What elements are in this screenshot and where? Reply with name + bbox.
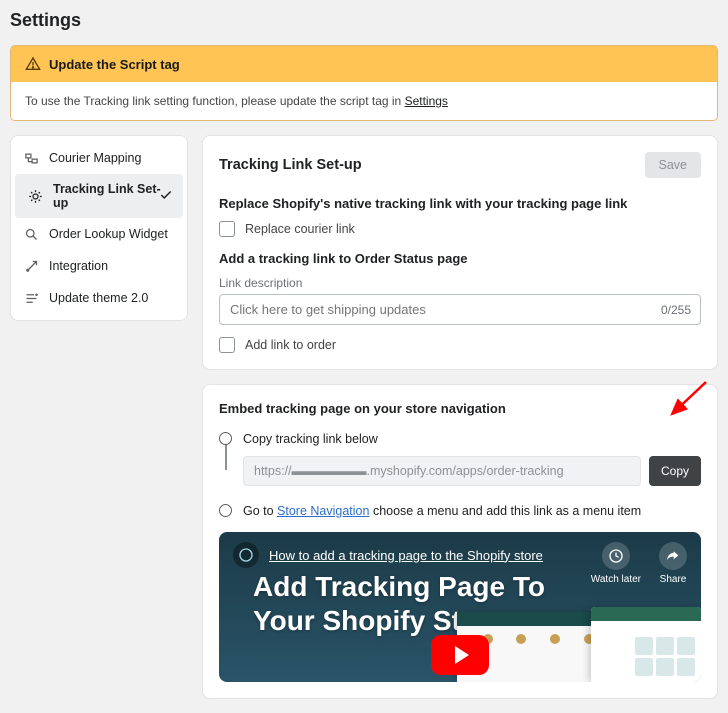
settings-sidebar: Courier Mapping Tracking Link Set-up Ord… xyxy=(10,135,188,321)
play-button-icon[interactable] xyxy=(431,635,489,675)
sidebar-item-update-theme[interactable]: Update theme 2.0 xyxy=(11,282,187,314)
copy-button[interactable]: Copy xyxy=(649,456,701,486)
tracking-link-icon xyxy=(27,188,43,204)
sidebar-item-label: Tracking Link Set-up xyxy=(53,182,171,210)
video-small-title: How to add a tracking page to the Shopif… xyxy=(269,548,543,563)
share-label: Share xyxy=(660,574,687,585)
sidebar-item-courier-mapping[interactable]: Courier Mapping xyxy=(11,142,187,174)
sidebar-item-label: Courier Mapping xyxy=(49,151,141,165)
tracking-link-card: Tracking Link Set-up Save Replace Shopif… xyxy=(202,135,718,370)
replace-courier-checkbox-row[interactable]: Replace courier link xyxy=(219,221,701,237)
tracking-url-field[interactable] xyxy=(243,456,641,486)
save-button[interactable]: Save xyxy=(645,152,702,178)
step2-text-post: choose a menu and add this link as a men… xyxy=(369,504,641,518)
replace-heading: Replace Shopify's native tracking link w… xyxy=(219,196,701,211)
step2-label: Go to Store Navigation choose a menu and… xyxy=(243,504,701,518)
alert-body-text: To use the Tracking link setting functio… xyxy=(25,94,405,108)
timeline-dot xyxy=(219,432,232,445)
warning-icon xyxy=(25,56,41,72)
sidebar-item-label: Update theme 2.0 xyxy=(49,291,148,305)
courier-mapping-icon xyxy=(23,150,39,166)
alert-banner: Update the Script tag To use the Trackin… xyxy=(10,45,718,121)
channel-logo-icon xyxy=(233,542,259,568)
embed-card: Embed tracking page on your store naviga… xyxy=(202,384,718,699)
alert-body: To use the Tracking link setting functio… xyxy=(11,82,717,120)
step2-text: Go to xyxy=(243,504,277,518)
alert-title: Update the Script tag xyxy=(49,57,180,72)
checkbox-label: Add link to order xyxy=(245,338,336,352)
watch-later-button[interactable]: Watch later xyxy=(591,542,641,585)
page-title: Settings xyxy=(10,10,718,31)
watch-later-label: Watch later xyxy=(591,574,641,585)
addlink-heading: Add a tracking link to Order Status page xyxy=(219,251,701,266)
checkbox-icon xyxy=(219,337,235,353)
char-counter: 0/255 xyxy=(661,303,691,317)
clock-icon xyxy=(602,542,630,570)
embed-heading: Embed tracking page on your store naviga… xyxy=(219,401,701,416)
share-button[interactable]: Share xyxy=(659,542,687,585)
alert-settings-link[interactable]: Settings xyxy=(405,94,448,108)
integration-icon xyxy=(23,258,39,274)
search-icon xyxy=(23,226,39,242)
sidebar-item-order-lookup-widget[interactable]: Order Lookup Widget xyxy=(11,218,187,250)
sidebar-item-label: Integration xyxy=(49,259,108,273)
sidebar-item-integration[interactable]: Integration xyxy=(11,250,187,282)
update-theme-icon xyxy=(23,290,39,306)
card-title: Tracking Link Set-up xyxy=(219,157,362,173)
sidebar-item-label: Order Lookup Widget xyxy=(49,227,168,241)
store-navigation-link[interactable]: Store Navigation xyxy=(277,504,369,518)
link-description-input[interactable] xyxy=(219,294,701,325)
alert-header: Update the Script tag xyxy=(11,46,717,82)
sidebar-item-tracking-link-setup[interactable]: Tracking Link Set-up xyxy=(15,174,183,218)
checkbox-label: Replace courier link xyxy=(245,222,355,236)
mockup-image-2 xyxy=(591,607,701,682)
timeline-dot xyxy=(219,504,232,517)
checkbox-icon xyxy=(219,221,235,237)
check-icon xyxy=(159,188,173,205)
share-icon xyxy=(659,542,687,570)
add-link-to-order-checkbox-row[interactable]: Add link to order xyxy=(219,337,701,353)
step1-label: Copy tracking link below xyxy=(243,432,701,446)
link-description-label: Link description xyxy=(219,276,701,290)
tutorial-video[interactable]: How to add a tracking page to the Shopif… xyxy=(219,532,701,682)
